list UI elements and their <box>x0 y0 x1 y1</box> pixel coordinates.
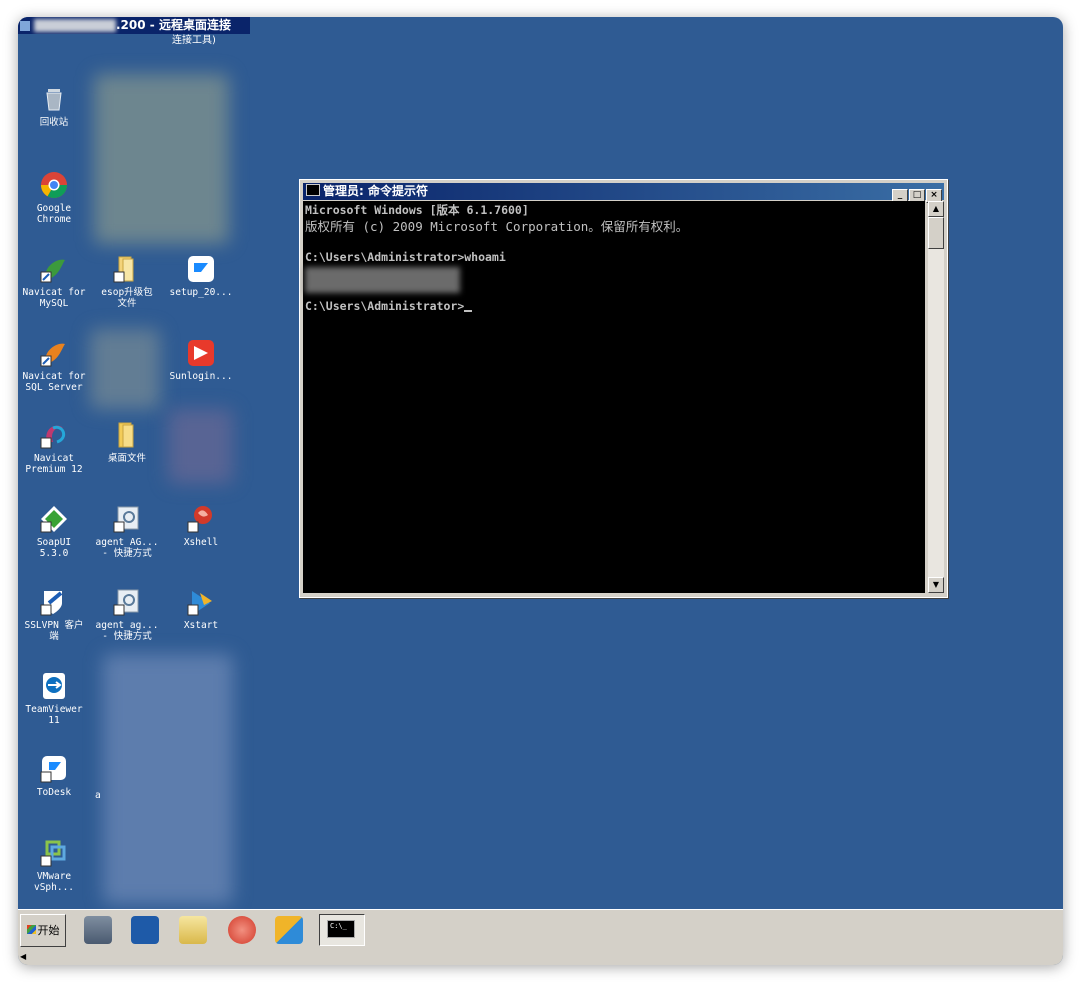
redacted-area <box>103 654 233 904</box>
taskbar: 开始 C:\_ <box>18 909 1063 950</box>
redacted-ip <box>34 19 116 32</box>
console-line: C:\Users\Administrator>whoami <box>305 249 506 264</box>
desktop-icon-label: setup_20... <box>169 287 233 298</box>
powershell-icon[interactable] <box>131 916 159 944</box>
console-line: 版权所有 (c) 2009 Microsoft Corporation。保留所有… <box>305 218 689 234</box>
todesk-icon <box>39 754 69 784</box>
windows-flag-icon <box>26 925 36 934</box>
rdp-title-text: .200 - 远程桌面连接 <box>116 18 231 32</box>
desktop-icon-label: agent_AG... - 快捷方式 <box>95 537 159 559</box>
partial-label: a <box>95 790 101 801</box>
folder-icon <box>112 420 142 450</box>
scroll-thumb[interactable] <box>928 217 944 249</box>
desktop-icon-label: VMware vSph... <box>33 871 75 893</box>
cmd-window[interactable]: 管理员: 命令提示符 _ □ × Microsoft Windows [版本 6.1… <box>299 179 948 598</box>
desktop-icon-label: TeamViewer 11 <box>25 704 83 726</box>
rdp-subtitle: 连接工具) <box>172 35 216 46</box>
desktop-icon-label: ToDesk <box>36 787 72 798</box>
redacted-area <box>90 329 160 409</box>
explorer-icon[interactable] <box>179 916 207 944</box>
console-icon <box>306 184 320 196</box>
desktop-icon-label: SoapUI 5.3.0 <box>36 537 72 559</box>
desktop-icon-teamviewer[interactable]: TeamViewer 11 <box>18 671 91 726</box>
desktop-icon-label: SSLVPN 客户 端 <box>24 620 84 642</box>
cmd-title-text: 管理员: 命令提示符 <box>323 184 428 198</box>
desktop-icon-label: 桌面文件 <box>107 453 146 464</box>
desktop-icon-label: agent_ag... - 快捷方式 <box>95 620 159 642</box>
desktop-icon-label: 回收站 <box>39 117 69 128</box>
vmware-icon <box>39 838 69 868</box>
vpn-icon <box>39 587 69 617</box>
desktop-icon-label: esop升级包 文件 <box>101 287 153 309</box>
navicat-icon <box>39 338 69 368</box>
desktop-icon-navicat-sqlserver[interactable]: Navicat for SQL Server <box>18 338 91 393</box>
start-label: 开始 <box>37 924 60 937</box>
desktop-icon-label: Navicat Premium 12 <box>25 453 83 475</box>
redacted-area <box>168 409 233 484</box>
vertical-scrollbar[interactable]: ▲ ▼ <box>928 201 944 593</box>
desktop-icon-navicat-premium[interactable]: Navicat Premium 12 <box>18 420 91 475</box>
horizontal-scrollbar[interactable]: ◀ <box>18 949 1063 965</box>
console-prompt-line: C:\Users\Administrator> <box>305 299 925 315</box>
desktop-icon-label: Navicat for MySQL <box>22 287 86 309</box>
text-cursor <box>464 310 473 312</box>
desktop-icon-label: Xshell <box>183 537 219 548</box>
console-icon: C:\_ <box>327 920 355 938</box>
redacted-area <box>94 74 229 244</box>
scroll-down-arrow-icon[interactable]: ▼ <box>928 577 944 593</box>
desktop-icon-label: Navicat for SQL Server <box>22 371 86 393</box>
desktop-icon-todesk[interactable]: ToDesk <box>18 754 91 798</box>
folder-icon <box>112 254 142 284</box>
desktop-icon-label: Xstart <box>183 620 219 631</box>
navicat-icon <box>39 254 69 284</box>
shortcut-icon <box>112 587 142 617</box>
redacted-output <box>305 267 460 293</box>
console-output[interactable]: Microsoft Windows [版本 6.1.7600] 版权所有 (c)… <box>303 201 925 593</box>
taskbar-cmd-button[interactable]: C:\_ <box>319 914 365 946</box>
todesk-icon <box>186 254 216 284</box>
shortcut-icon <box>112 504 142 534</box>
chrome-icon <box>39 170 69 200</box>
soapui-icon <box>39 504 69 534</box>
rdp-icon <box>20 20 30 31</box>
desktop-icon-vmware[interactable]: VMware vSph... <box>18 838 91 893</box>
desktop-icon-chrome[interactable]: Google Chrome <box>18 170 91 225</box>
xmanager-icon[interactable] <box>275 916 303 944</box>
desktop-icon-desktop-files[interactable]: 桌面文件 <box>90 420 164 464</box>
recycle-bin-icon <box>39 84 69 114</box>
console-prompt: C:\Users\Administrator> <box>305 299 465 313</box>
desktop-icon-xshell[interactable]: Xshell <box>164 504 238 548</box>
desktop-icon-setup[interactable]: setup_20... <box>164 254 238 298</box>
desktop-icon-navicat-mysql[interactable]: Navicat for MySQL <box>18 254 91 309</box>
navicat-premium-icon <box>39 420 69 450</box>
desktop: 连接工具) 回收站 Google Chrome Navicat for MySQ… <box>18 34 1063 909</box>
xshell-icon <box>186 504 216 534</box>
desktop-icon-label: Google Chrome <box>36 203 72 225</box>
sunlogin-icon <box>186 338 216 368</box>
scroll-up-arrow-icon[interactable]: ▲ <box>928 201 944 217</box>
desktop-icon-soapui[interactable]: SoapUI 5.3.0 <box>18 504 91 559</box>
remote-desktop-window: .200 - 远程桌面连接 连接工具) 回收站 Google Chrome Na… <box>18 17 1063 965</box>
start-button[interactable]: 开始 <box>20 914 66 947</box>
desktop-icon-label: Sunlogin... <box>169 371 233 382</box>
desktop-icon-agent-ag-2[interactable]: agent_ag... - 快捷方式 <box>90 587 164 642</box>
desktop-icon-sunlogin[interactable]: Sunlogin... <box>164 338 238 382</box>
desktop-icon-esop-folder[interactable]: esop升级包 文件 <box>90 254 164 309</box>
server-manager-icon[interactable] <box>84 916 112 944</box>
desktop-icon-recycle-bin[interactable]: 回收站 <box>18 84 91 128</box>
desktop-icon-agent-ag[interactable]: agent_AG... - 快捷方式 <box>90 504 164 559</box>
desktop-icon-xstart[interactable]: Xstart <box>164 587 238 631</box>
teamviewer-icon <box>39 671 69 701</box>
console-line: Microsoft Windows [版本 6.1.7600] <box>305 203 529 217</box>
xshell-taskbar-icon[interactable] <box>228 916 256 944</box>
scroll-left-arrow-icon[interactable]: ◀ <box>20 951 32 963</box>
cmd-title-bar[interactable]: 管理员: 命令提示符 _ □ × <box>303 183 944 203</box>
xstart-icon <box>186 587 216 617</box>
desktop-icon-sslvpn[interactable]: SSLVPN 客户 端 <box>18 587 91 642</box>
